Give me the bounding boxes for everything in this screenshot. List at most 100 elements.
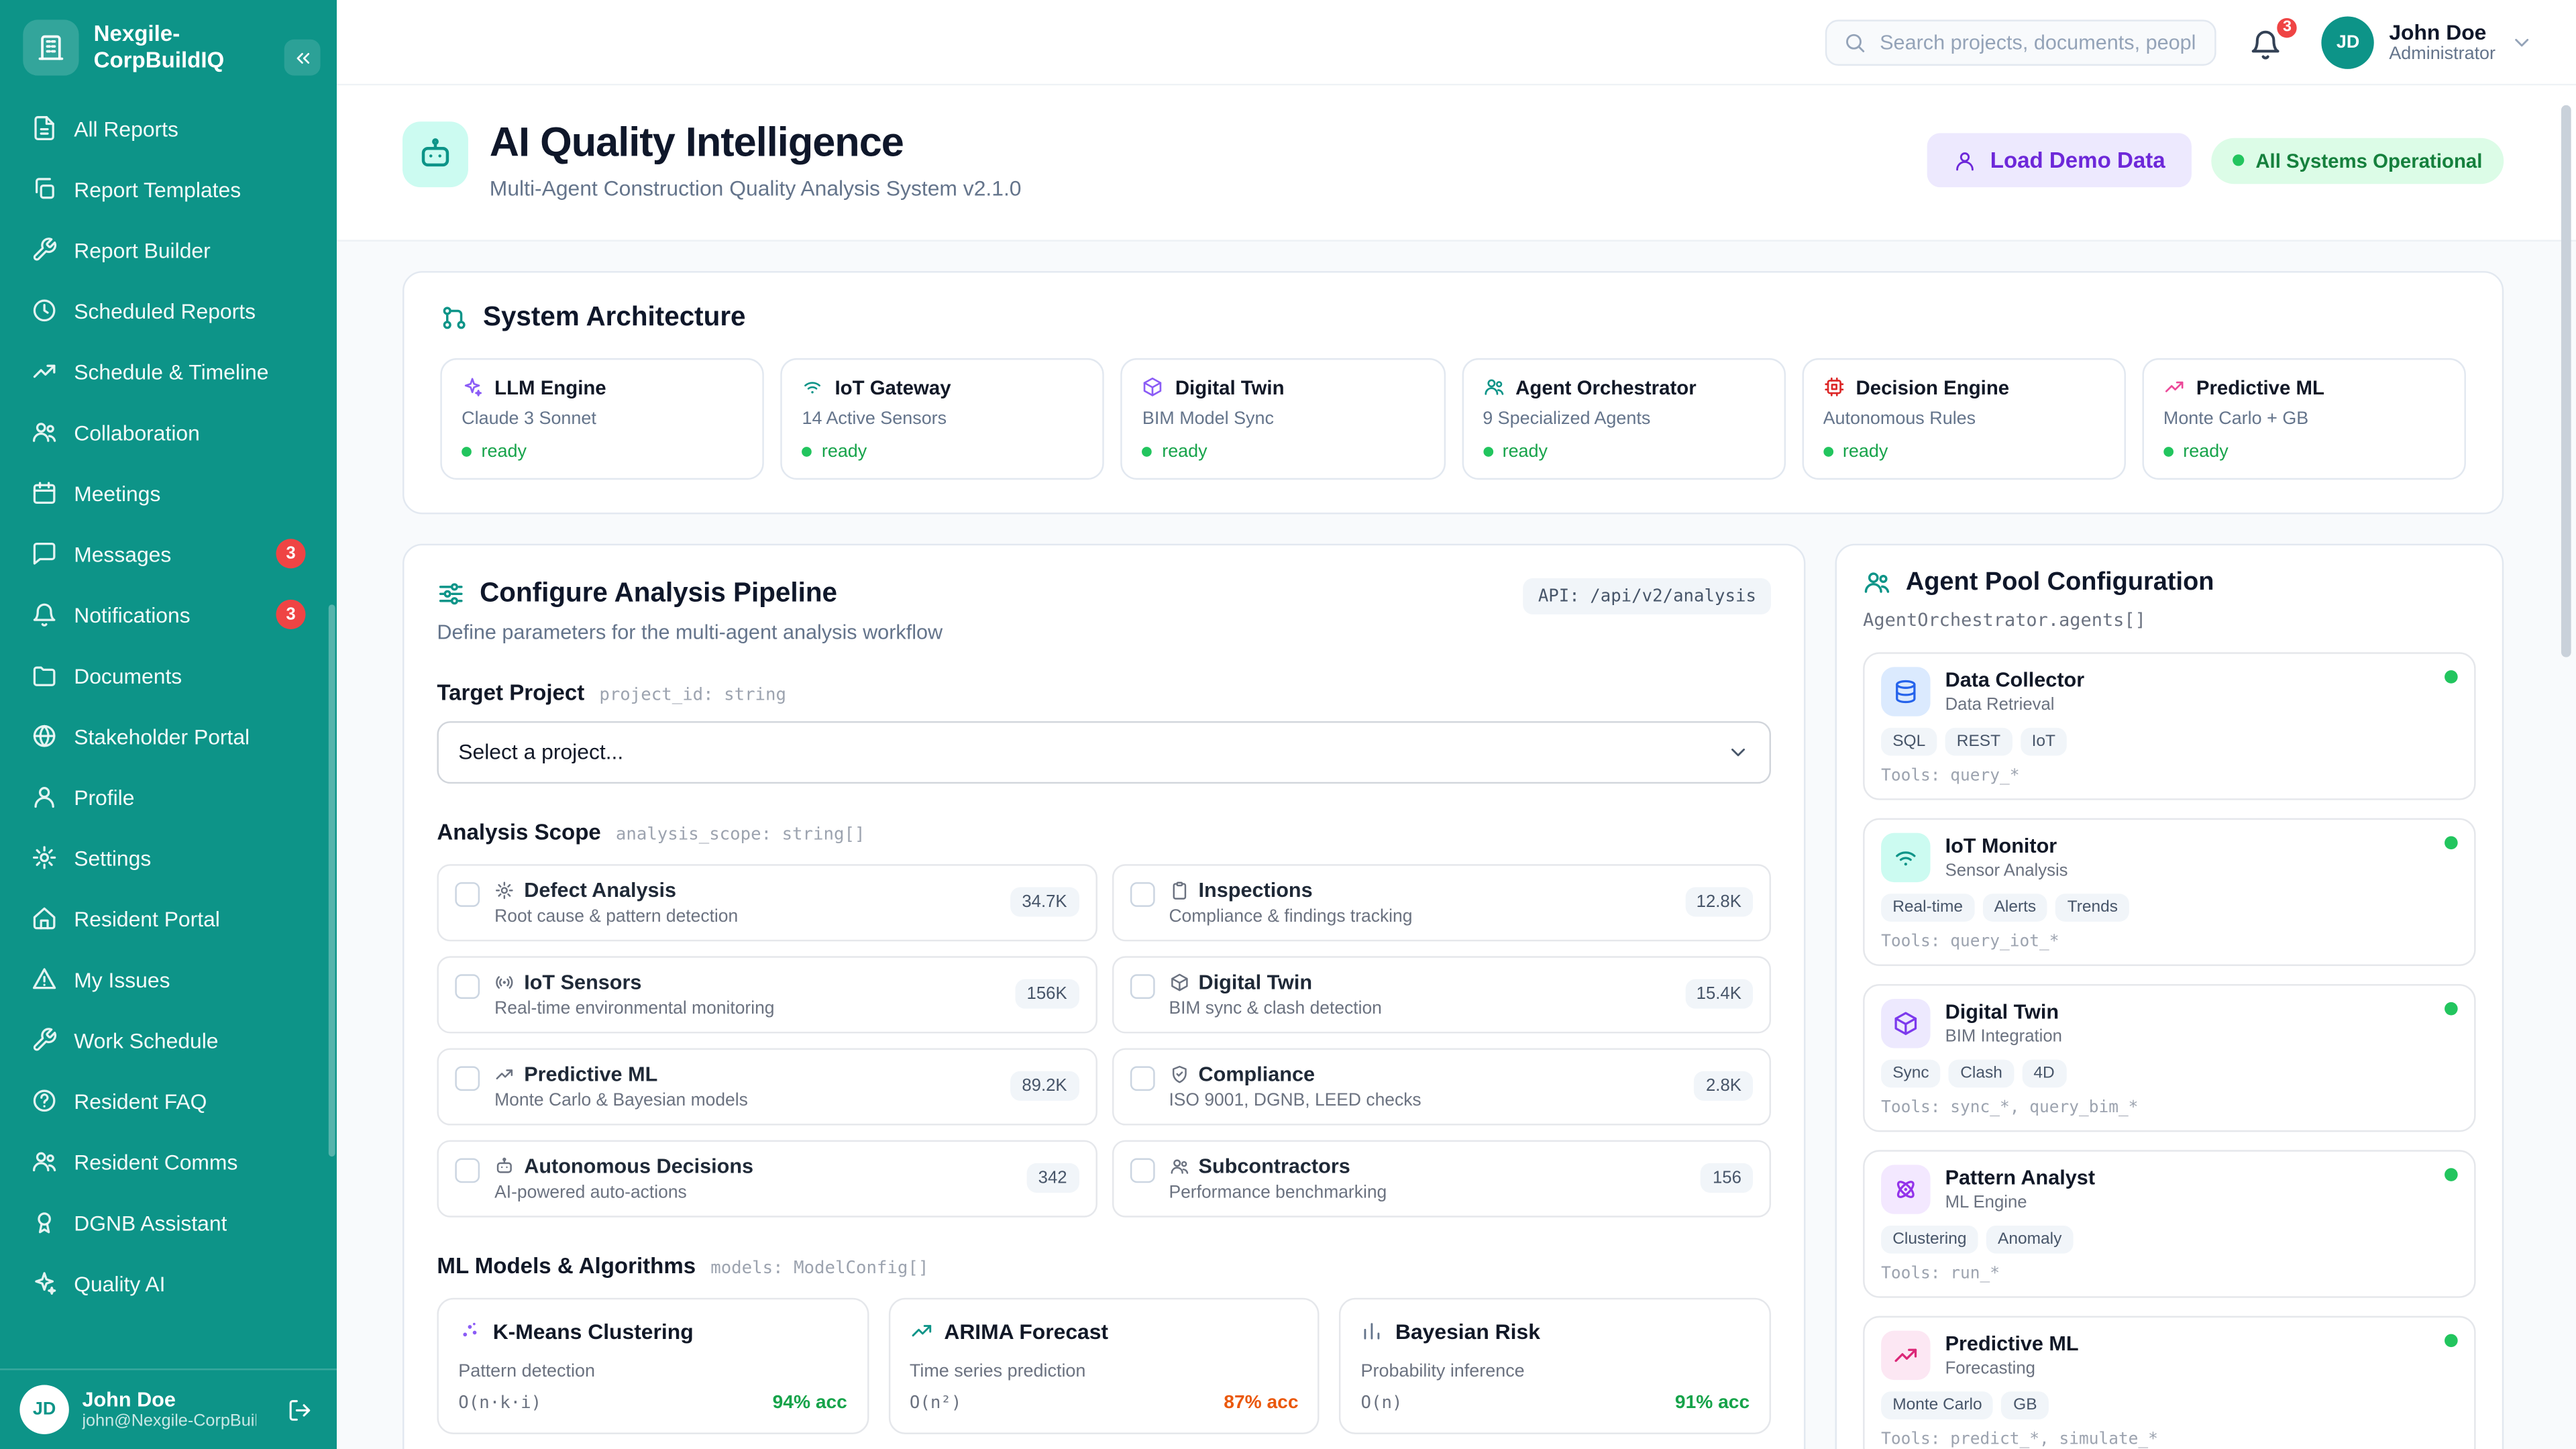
- scope-option-autonomous-decisions[interactable]: Autonomous Decisions AI-powered auto-act…: [437, 1139, 1096, 1216]
- arch-node-decision-engine: Decision Engine Autonomous Rules ready: [1802, 358, 2126, 479]
- sidebar-item-scheduled-reports[interactable]: Scheduled Reports: [16, 281, 320, 340]
- scope-option-inspections[interactable]: Inspections Compliance & findings tracki…: [1112, 863, 1771, 941]
- node-desc: Autonomous Rules: [1823, 409, 2104, 428]
- sidebar-scrollbar[interactable]: [329, 604, 335, 1157]
- scope-option-iot-sensors[interactable]: IoT Sensors Real-time environmental moni…: [437, 955, 1096, 1032]
- messages-icon: [32, 541, 58, 567]
- chevron-down-icon: [1727, 740, 1750, 763]
- clipboard-icon: [1169, 879, 1188, 899]
- sidebar-item-dgnb-assistant[interactable]: DGNB Assistant: [16, 1193, 320, 1252]
- database-icon: [1881, 666, 1930, 715]
- global-search[interactable]: [1825, 19, 2216, 65]
- sidebar-collapse-button[interactable]: [284, 40, 321, 76]
- sidebar-item-resident-faq[interactable]: Resident FAQ: [16, 1071, 320, 1130]
- agent-tag: Clash: [1949, 1059, 2014, 1087]
- scope-checkbox[interactable]: [455, 973, 480, 998]
- node-name: Decision Engine: [1856, 376, 2010, 398]
- status-dot: [2233, 155, 2244, 166]
- scope-checkbox[interactable]: [1130, 973, 1155, 998]
- agent-card-iot-monitor[interactable]: IoT Monitor Sensor Analysis Real-time Al…: [1863, 817, 2475, 965]
- agent-role: Sensor Analysis: [1945, 860, 2068, 879]
- arch-node-iot-gateway: IoT Gateway 14 Active Sensors ready: [781, 358, 1105, 479]
- sidebar-item-label: All Reports: [74, 116, 178, 141]
- app-root: Nexgile-CorpBuildIQ All Reports Report T…: [0, 0, 2576, 1449]
- agent-status-dot: [2445, 1167, 2458, 1181]
- pipeline-title: Configure Analysis Pipeline: [480, 578, 837, 609]
- scope-option-compliance[interactable]: Compliance ISO 9001, DGNB, LEED checks 2…: [1112, 1047, 1771, 1124]
- project-select[interactable]: Select a project...: [437, 720, 1771, 783]
- agent-card-predictive-ml[interactable]: Predictive ML Forecasting Monte Carlo GB: [1863, 1315, 2475, 1449]
- model-accuracy: 94% acc: [773, 1393, 847, 1412]
- cube-icon: [1169, 972, 1188, 991]
- agent-card-digital-twin[interactable]: Digital Twin BIM Integration Sync Clash …: [1863, 983, 2475, 1131]
- notification-count-badge: 3: [2274, 14, 2300, 40]
- models-label: ML Models & Algorithms: [437, 1252, 696, 1277]
- scope-option-subcontractors[interactable]: Subcontractors Performance benchmarking …: [1112, 1139, 1771, 1216]
- search-input[interactable]: [1880, 30, 2198, 53]
- sidebar-item-documents[interactable]: Documents: [16, 645, 320, 704]
- sidebar-item-meetings[interactable]: Meetings: [16, 464, 320, 523]
- node-desc: 9 Specialized Agents: [1483, 409, 1764, 428]
- scope-option-defect-analysis[interactable]: Defect Analysis Root cause & pattern det…: [437, 863, 1096, 941]
- sidebar-item-settings[interactable]: Settings: [16, 828, 320, 887]
- agent-tag: Clustering: [1881, 1225, 1978, 1253]
- model-card-arima[interactable]: ARIMA Forecast Time series prediction O(…: [888, 1297, 1320, 1433]
- scope-checkbox[interactable]: [1130, 881, 1155, 906]
- building-icon: [36, 33, 66, 62]
- page-scrollbar[interactable]: [2561, 105, 2571, 657]
- scope-desc: Monte Carlo & Bayesian models: [494, 1090, 996, 1110]
- sidebar-header: Nexgile-CorpBuildIQ: [0, 0, 337, 89]
- model-card-kmeans[interactable]: K-Means Clustering Pattern detection O(n…: [437, 1297, 868, 1433]
- sidebar-item-stakeholder-portal[interactable]: Stakeholder Portal: [16, 706, 320, 765]
- shield-icon: [1169, 1064, 1188, 1083]
- agent-name: IoT Monitor: [1945, 834, 2068, 859]
- sidebar-item-messages[interactable]: Messages3: [16, 524, 320, 583]
- scope-option-predictive-ml[interactable]: Predictive ML Monte Carlo & Bayesian mod…: [437, 1047, 1096, 1124]
- bot-icon: [402, 121, 468, 187]
- sidebar-item-notifications[interactable]: Notifications3: [16, 585, 320, 644]
- node-name: Agent Orchestrator: [1515, 376, 1696, 398]
- sidebar-item-profile[interactable]: Profile: [16, 767, 320, 826]
- agent-name: Pattern Analyst: [1945, 1166, 2095, 1191]
- scope-checkbox[interactable]: [455, 1157, 480, 1182]
- node-name: Digital Twin: [1175, 376, 1285, 398]
- arch-node-agent-orchestrator: Agent Orchestrator 9 Specialized Agents …: [1461, 358, 1785, 479]
- model-card-bayesian[interactable]: Bayesian Risk Probability inference O(n)…: [1340, 1297, 1771, 1433]
- agent-card-data-collector[interactable]: Data Collector Data Retrieval SQL REST I…: [1863, 651, 2475, 799]
- sliders-icon: [437, 579, 465, 607]
- sidebar-item-collaboration[interactable]: Collaboration: [16, 402, 320, 462]
- logout-button[interactable]: [278, 1388, 321, 1431]
- trend-icon: [2163, 376, 2185, 398]
- sidebar-item-schedule-timeline[interactable]: Schedule & Timeline: [16, 341, 320, 400]
- agent-status-dot: [2445, 669, 2458, 683]
- builder-icon: [32, 237, 58, 263]
- notifications-button[interactable]: 3: [2249, 22, 2289, 62]
- sidebar-item-resident-comms[interactable]: Resident Comms: [16, 1132, 320, 1191]
- scope-checkbox[interactable]: [1130, 1157, 1155, 1182]
- scope-checkbox[interactable]: [455, 881, 480, 906]
- sidebar-item-report-templates[interactable]: Report Templates: [16, 160, 320, 219]
- sidebar-item-all-reports[interactable]: All Reports: [16, 99, 320, 158]
- sidebar-item-my-issues[interactable]: My Issues: [16, 950, 320, 1009]
- agent-pool-subtitle: AgentOrchestrator.agents[]: [1863, 608, 2475, 630]
- sidebar-item-report-builder[interactable]: Report Builder: [16, 220, 320, 279]
- sidebar-item-resident-portal[interactable]: Resident Portal: [16, 889, 320, 948]
- scope-count: 12.8K: [1685, 887, 1754, 916]
- agent-card-pattern-analyst[interactable]: Pattern Analyst ML Engine Clustering Ano…: [1863, 1149, 2475, 1297]
- model-title: ARIMA Forecast: [944, 1318, 1108, 1343]
- scope-checkbox[interactable]: [1130, 1065, 1155, 1090]
- agent-tools: Tools: sync_*, query_bim_*: [1881, 1098, 2458, 1116]
- sidebar-item-label: Resident Comms: [74, 1149, 237, 1174]
- user-menu[interactable]: JD John Doe Administrator: [2322, 15, 2533, 68]
- sidebar-item-work-schedule[interactable]: Work Schedule: [16, 1010, 320, 1069]
- scope-desc: Real-time environmental monitoring: [494, 998, 1000, 1018]
- scope-checkbox[interactable]: [455, 1065, 480, 1090]
- load-demo-data-button[interactable]: Load Demo Data: [1928, 133, 2192, 188]
- scope-option-digital-twin[interactable]: Digital Twin BIM sync & clash detection …: [1112, 955, 1771, 1032]
- scope-title: IoT Sensors: [524, 970, 641, 993]
- agent-tag: Real-time: [1881, 893, 1974, 921]
- trend-icon: [910, 1320, 932, 1342]
- status-dot: [1823, 446, 1833, 456]
- sidebar-item-quality-ai[interactable]: Quality AI: [16, 1254, 320, 1313]
- sidebar-item-label: Collaboration: [74, 420, 200, 445]
